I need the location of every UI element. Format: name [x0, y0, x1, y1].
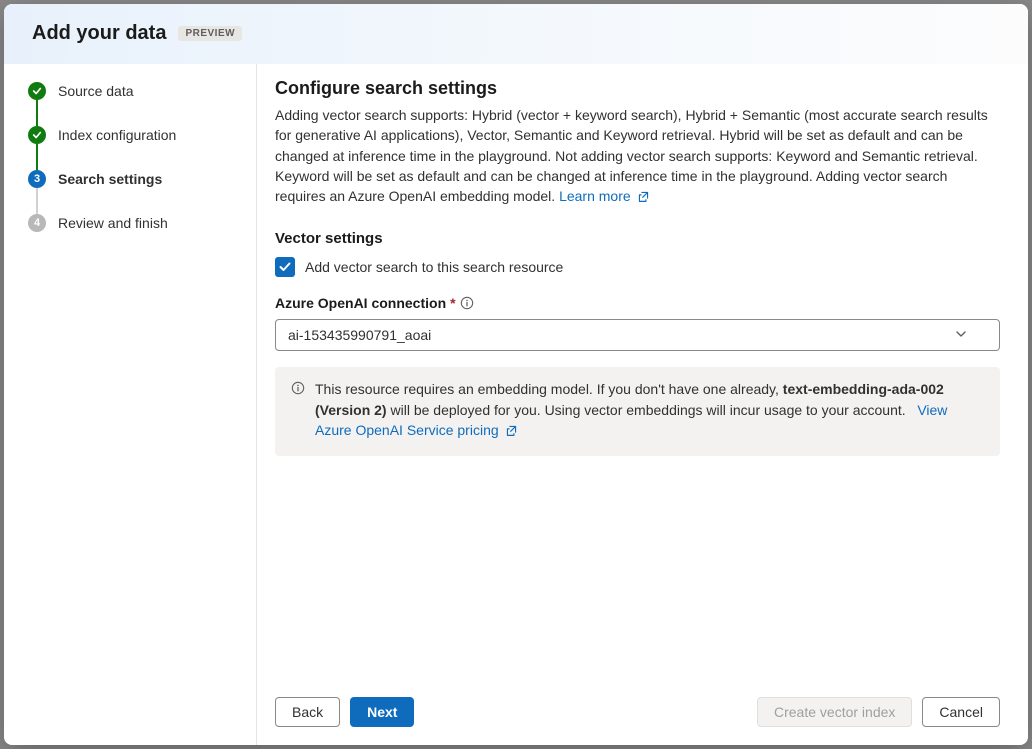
step-source-data[interactable]: Source data	[28, 82, 236, 100]
learn-more-link[interactable]: Learn more	[559, 188, 649, 204]
embedding-info-box: This resource requires an embedding mode…	[275, 367, 1000, 456]
embedding-info-text: This resource requires an embedding mode…	[315, 379, 984, 442]
step-label: Search settings	[58, 171, 162, 188]
external-link-icon	[505, 422, 518, 442]
step-number-icon: 4	[28, 214, 46, 232]
external-link-icon	[637, 188, 650, 208]
cancel-button[interactable]: Cancel	[922, 697, 1000, 727]
info-text-part1: This resource requires an embedding mode…	[315, 381, 783, 397]
content-scroll[interactable]: Configure search settings Adding vector …	[275, 78, 1000, 681]
step-label: Index configuration	[58, 127, 176, 144]
step-label: Source data	[58, 83, 134, 100]
modal-title: Add your data	[32, 22, 166, 45]
step-label: Review and finish	[58, 215, 168, 232]
step-connector	[36, 144, 38, 170]
openai-connection-select[interactable]: ai-153435990791_aoai	[275, 319, 1000, 351]
select-value: ai-153435990791_aoai	[288, 327, 431, 343]
required-indicator: *	[450, 295, 455, 311]
connection-field-label: Azure OpenAI connection *	[275, 295, 1000, 311]
info-icon[interactable]	[460, 296, 474, 310]
vector-search-checkbox-label[interactable]: Add vector search to this search resourc…	[305, 259, 563, 275]
step-review-finish: 4 Review and finish	[28, 214, 236, 232]
step-number-icon: 3	[28, 170, 46, 188]
learn-more-text: Learn more	[559, 188, 631, 204]
vector-search-checkbox[interactable]	[275, 257, 295, 277]
back-button[interactable]: Back	[275, 697, 340, 727]
check-icon	[28, 126, 46, 144]
content-pane: Configure search settings Adding vector …	[256, 64, 1028, 745]
check-icon	[28, 82, 46, 100]
next-button[interactable]: Next	[350, 697, 414, 727]
step-connector	[36, 188, 38, 214]
wizard-steps-sidebar: Source data Index configuration 3 Search…	[4, 64, 256, 745]
section-description: Adding vector search supports: Hybrid (v…	[275, 105, 1000, 208]
step-index-configuration[interactable]: Index configuration	[28, 126, 236, 144]
add-data-modal: Add your data PREVIEW Source data Index …	[4, 4, 1028, 745]
info-text-part2: will be deployed for you. Using vector e…	[387, 402, 906, 418]
vector-settings-title: Vector settings	[275, 230, 1000, 247]
step-search-settings[interactable]: 3 Search settings	[28, 170, 236, 188]
wizard-footer: Back Next Create vector index Cancel	[275, 681, 1000, 727]
chevron-down-icon	[955, 327, 967, 343]
section-title: Configure search settings	[275, 78, 1000, 99]
step-connector	[36, 100, 38, 126]
preview-badge: PREVIEW	[178, 26, 242, 41]
modal-body: Source data Index configuration 3 Search…	[4, 64, 1028, 745]
connection-label-text: Azure OpenAI connection	[275, 295, 446, 311]
vector-search-checkbox-row: Add vector search to this search resourc…	[275, 257, 1000, 277]
info-icon	[291, 381, 305, 395]
create-vector-index-button: Create vector index	[757, 697, 912, 727]
modal-header: Add your data PREVIEW	[4, 4, 1028, 64]
